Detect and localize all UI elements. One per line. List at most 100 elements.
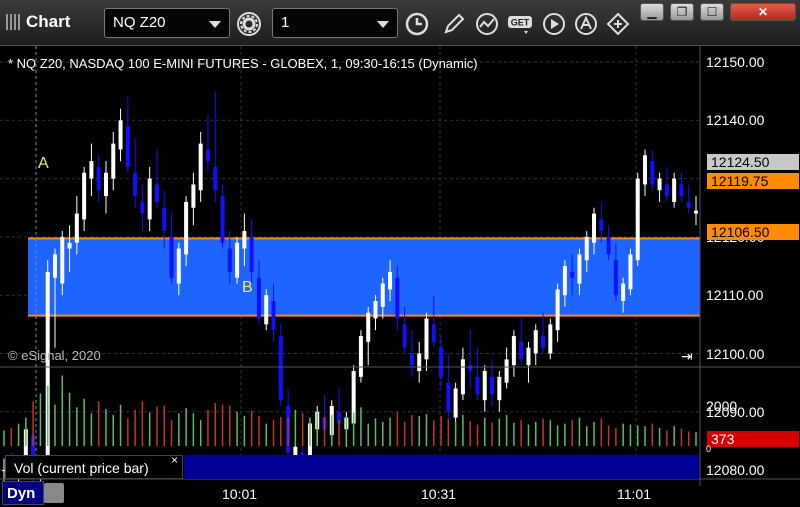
- time-tick-label: 11:01: [617, 486, 651, 502]
- restore-button[interactable]: ❐: [670, 3, 694, 21]
- candle-body: [358, 336, 363, 377]
- candle-body: [555, 289, 560, 331]
- volume-title-bar: [184, 455, 699, 479]
- candle-body: [592, 213, 597, 243]
- candle-body: [52, 254, 57, 278]
- link-arrows-icon[interactable]: [604, 10, 632, 38]
- candle-body: [191, 184, 196, 208]
- candle-body: [169, 236, 174, 278]
- annotation-b[interactable]: B: [242, 279, 253, 296]
- candle-body: [176, 248, 181, 284]
- candle-body: [249, 236, 254, 272]
- candle-body: [635, 178, 640, 261]
- candle-body: [475, 376, 480, 395]
- annotation-a[interactable]: A: [38, 155, 49, 172]
- settings-gear-icon[interactable]: [235, 10, 263, 38]
- candle-body: [402, 324, 407, 348]
- interval-combo[interactable]: 1: [272, 8, 398, 38]
- candle-body: [154, 184, 159, 202]
- price-tick-label: 12110.00: [706, 287, 764, 304]
- candle-body: [96, 166, 101, 191]
- candle-body: [628, 254, 633, 290]
- dynamic-mode-button[interactable]: Dyn: [2, 481, 44, 505]
- candle-body: [570, 271, 575, 278]
- candle-body: [519, 341, 524, 360]
- minimize-button[interactable]: ▁: [640, 3, 664, 21]
- restore-icon: ❐: [676, 5, 688, 19]
- volume-axis-zero: 0: [706, 444, 712, 454]
- candle-body: [490, 376, 495, 395]
- symbol-value: NQ Z20: [113, 14, 166, 31]
- candle-body: [220, 196, 225, 243]
- candle-body: [205, 149, 210, 162]
- candle-body: [606, 236, 611, 255]
- close-study-icon[interactable]: ×: [171, 453, 178, 467]
- pencil-draw-icon[interactable]: [440, 10, 468, 38]
- candle-body: [643, 155, 648, 185]
- candle-body: [533, 330, 538, 354]
- candle-body: [599, 219, 604, 232]
- candle-body: [147, 178, 152, 220]
- candle-body: [417, 353, 422, 371]
- volume-axis-label: 2000: [706, 398, 738, 414]
- candle-body: [184, 201, 189, 255]
- candle-body: [395, 277, 400, 319]
- candle-body: [672, 178, 677, 202]
- candle-body: [111, 143, 116, 179]
- chevron-down-icon[interactable]: [209, 21, 221, 28]
- candle-body: [373, 301, 378, 319]
- price-tick-label: 12140.00: [706, 112, 765, 129]
- candle-body: [89, 161, 94, 179]
- scroll-to-end-icon[interactable]: ⇥: [681, 348, 693, 364]
- candle-body: [388, 271, 393, 290]
- candle-body: [584, 236, 589, 261]
- study-line-icon[interactable]: [473, 10, 501, 38]
- candle-body: [74, 213, 79, 243]
- chart-header: * NQ Z20, NASDAQ 100 E-MINI FUTURES - GL…: [8, 56, 478, 71]
- clock-icon[interactable]: [403, 10, 431, 38]
- minimize-icon: ▁: [647, 5, 657, 19]
- candle-body: [548, 324, 553, 354]
- candle-body: [694, 210, 698, 214]
- alert-icon[interactable]: [572, 10, 600, 38]
- lower-line-label[interactable]: 12106.50: [707, 224, 799, 240]
- chevron-down-icon[interactable]: [377, 21, 389, 28]
- candle-body: [235, 242, 240, 278]
- candle-body: [482, 370, 487, 401]
- copyright-text: © eSignal, 2020: [8, 348, 101, 363]
- lock-settings-icon[interactable]: [44, 483, 64, 503]
- candle-body: [256, 277, 261, 319]
- candle-body: [562, 266, 567, 296]
- candle-body: [657, 178, 662, 191]
- symbol-combo[interactable]: NQ Z20: [104, 8, 230, 38]
- candle-body: [60, 236, 65, 284]
- candle-body: [526, 347, 531, 366]
- play-icon[interactable]: [540, 10, 568, 38]
- candle-body: [198, 143, 203, 191]
- get-data-icon[interactable]: GET: [506, 10, 534, 38]
- candle-body: [497, 376, 502, 401]
- close-icon: ✕: [757, 5, 769, 19]
- candle-body: [380, 283, 385, 307]
- candle-body: [460, 359, 465, 395]
- candle-body: [264, 295, 269, 325]
- volume-study-title[interactable]: Vol (current price bar): [5, 455, 183, 479]
- candle-body: [67, 242, 72, 249]
- last-price-label: 12124.50: [707, 154, 799, 170]
- candle-body: [409, 353, 414, 366]
- price-chart[interactable]: * NQ Z20, NASDAQ 100 E-MINI FUTURES - GL…: [0, 46, 800, 507]
- volume-current-badge: 373: [707, 431, 799, 447]
- price-band: [28, 238, 700, 316]
- candle-body: [577, 254, 582, 284]
- drag-grip-icon[interactable]: [6, 14, 20, 30]
- title-bar: Chart NQ Z20 1 GET ▁ ❐ ☐ ✕: [0, 0, 800, 46]
- upper-line-label[interactable]: 12119.75: [707, 173, 799, 189]
- candle-body: [679, 184, 684, 197]
- close-button[interactable]: ✕: [730, 3, 796, 21]
- candle-body: [431, 324, 436, 342]
- candle-body: [133, 172, 138, 197]
- candle-body: [242, 231, 247, 249]
- candle-body: [213, 166, 218, 191]
- app-title: Chart: [6, 12, 70, 32]
- maximize-button[interactable]: ☐: [700, 3, 724, 21]
